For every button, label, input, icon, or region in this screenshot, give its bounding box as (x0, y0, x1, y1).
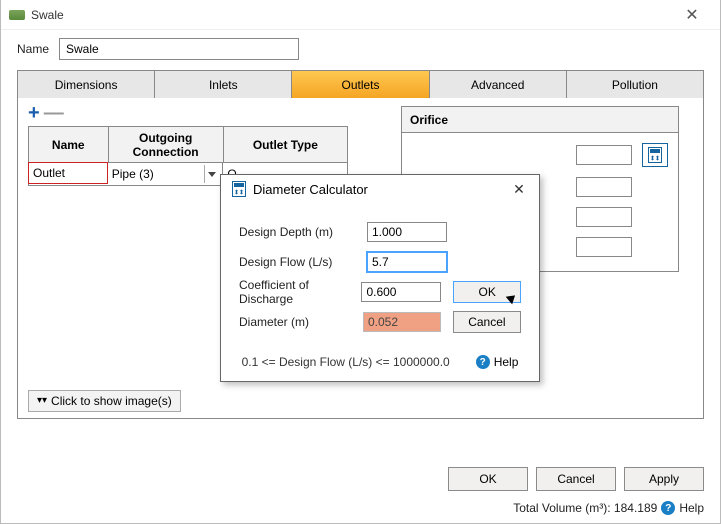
calculator-icon (648, 147, 662, 163)
close-icon[interactable]: ✕ (672, 5, 712, 25)
diameter-output: 0.052 (363, 312, 441, 332)
open-calculator-button[interactable] (642, 143, 668, 167)
cell-connection-value: Pipe (3) (112, 167, 154, 181)
add-outlet-icon[interactable]: + (28, 106, 40, 120)
col-name: Name (29, 127, 109, 163)
status-volume: Total Volume (m³): 184.189 (513, 501, 657, 515)
help-icon[interactable]: ? (476, 355, 490, 369)
calc-ok-label: OK (479, 285, 496, 299)
col-type: Outlet Type (224, 127, 347, 163)
cell-name[interactable]: Outlet (28, 162, 108, 184)
title-bar: Swale ✕ (1, 0, 720, 30)
orifice-field-4[interactable] (576, 237, 632, 257)
dialog-icon (229, 179, 249, 199)
calculator-icon (232, 181, 246, 197)
apply-button[interactable]: Apply (624, 467, 704, 491)
ok-button[interactable]: OK (448, 467, 528, 491)
cd-label: Coefficient of Discharge (239, 278, 361, 306)
tab-outlets[interactable]: Outlets (292, 71, 429, 98)
dialog-close-icon[interactable]: ✕ (507, 181, 531, 198)
tab-dimensions[interactable]: Dimensions (18, 71, 155, 98)
chevron-down-icon[interactable] (204, 165, 218, 183)
swale-window: Swale ✕ Name Dimensions Inlets Outlets A… (0, 0, 721, 524)
cursor-icon (502, 293, 514, 307)
app-icon (9, 10, 25, 20)
tab-advanced[interactable]: Advanced (430, 71, 567, 98)
help-icon[interactable]: ? (661, 501, 675, 515)
calc-ok-button[interactable]: OK (453, 281, 521, 303)
window-title: Swale (31, 8, 672, 22)
tab-pollution[interactable]: Pollution (567, 71, 703, 98)
flow-input[interactable] (367, 252, 447, 272)
toggle-images-label: Click to show image(s) (51, 394, 172, 408)
orifice-field-1[interactable] (576, 145, 632, 165)
calc-cancel-button[interactable]: Cancel (453, 311, 521, 333)
depth-input[interactable] (367, 222, 447, 242)
cancel-button[interactable]: Cancel (536, 467, 616, 491)
tab-inlets[interactable]: Inlets (155, 71, 292, 98)
orifice-field-3[interactable] (576, 207, 632, 227)
remove-outlet-icon[interactable]: — (44, 106, 64, 120)
col-connection: Outgoing Connection (109, 127, 224, 163)
cell-connection[interactable]: Pipe (3) (108, 163, 224, 185)
flow-label: Design Flow (L/s) (239, 255, 367, 269)
depth-label: Design Depth (m) (239, 225, 367, 239)
toggle-images-button[interactable]: ▾▾ Click to show image(s) (28, 390, 181, 412)
diameter-label: Diameter (m) (239, 315, 363, 329)
diameter-calculator-dialog: Diameter Calculator ✕ Design Depth (m) D… (220, 174, 540, 382)
name-label: Name (17, 42, 49, 56)
dialog-title: Diameter Calculator (253, 182, 507, 197)
flow-range-hint: 0.1 <= Design Flow (L/s) <= 1000000.0 (242, 355, 450, 369)
orifice-header: Orifice (401, 106, 679, 132)
help-label[interactable]: Help (494, 355, 519, 369)
cd-input[interactable] (361, 282, 441, 302)
name-input[interactable] (59, 38, 299, 60)
status-help[interactable]: Help (679, 501, 704, 515)
orifice-field-2[interactable] (576, 177, 632, 197)
chevron-down-double-icon: ▾▾ (37, 396, 47, 406)
